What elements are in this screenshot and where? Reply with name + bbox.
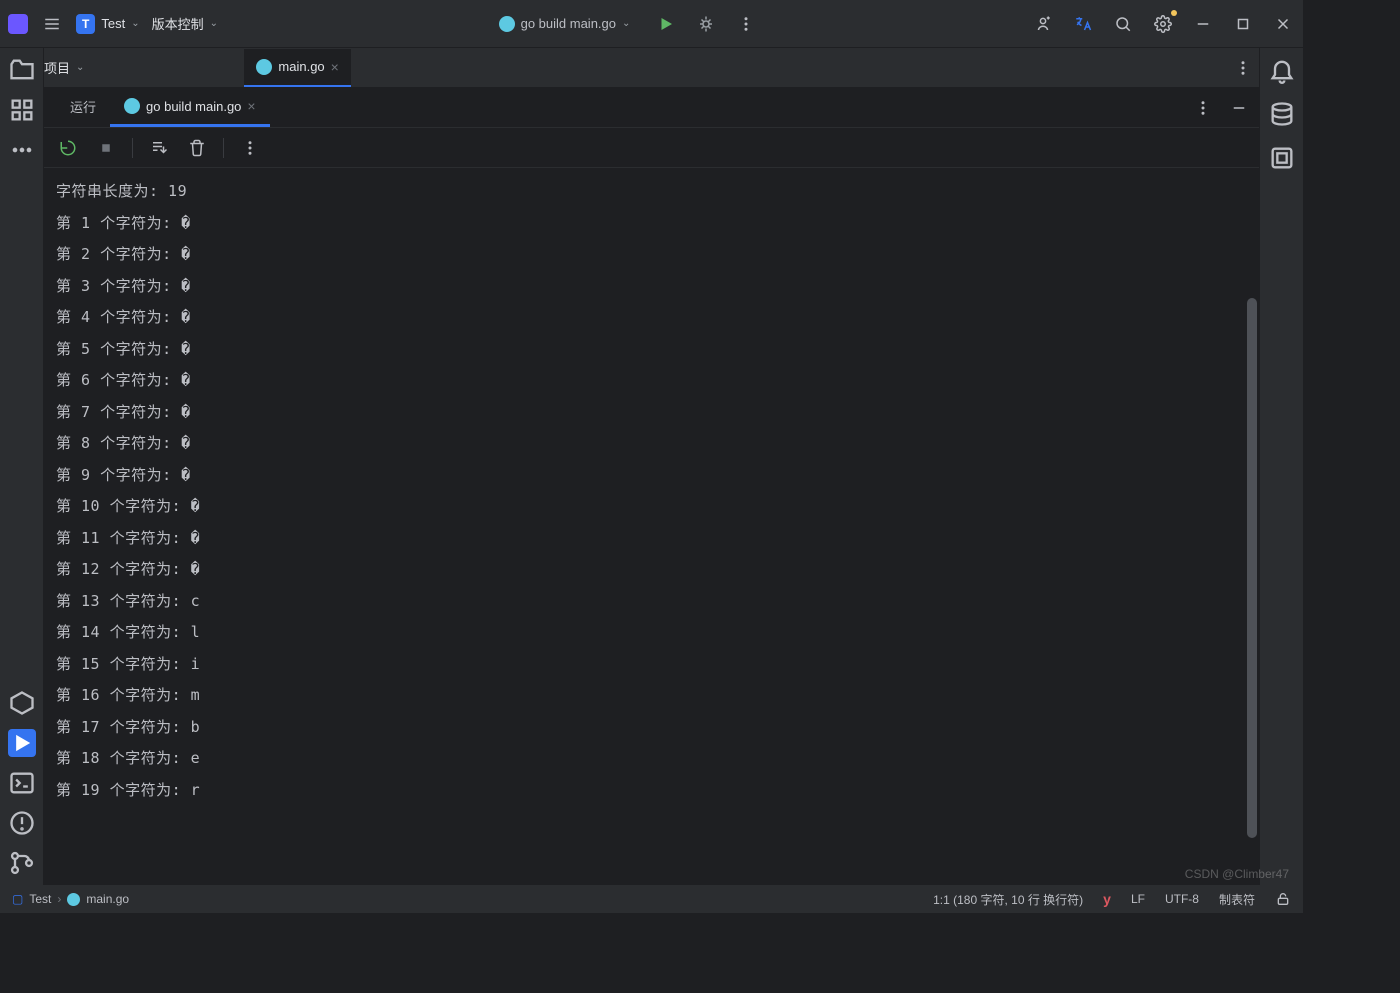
run-tabs: 运行 go build main.go ×: [44, 88, 1259, 128]
editor-more-button[interactable]: [1231, 56, 1255, 80]
console-line: 第 10 个字符为: �: [56, 491, 1247, 523]
project-view-label: 项目: [44, 58, 70, 77]
console-output[interactable]: 字符串长度为: 19 第 1 个字符为: �第 2 个字符为: �第 3 个字符…: [44, 168, 1259, 885]
run-config-label: go build main.go: [521, 16, 616, 31]
window-close-button[interactable]: [1271, 12, 1295, 36]
window-minimize-button[interactable]: [1191, 12, 1215, 36]
hide-panel-button[interactable]: [1227, 96, 1251, 120]
project-view-dropdown[interactable]: 项目 ⌄: [44, 58, 84, 77]
console-line: 第 7 个字符为: �: [56, 397, 1247, 429]
toolbar-more-button[interactable]: [238, 136, 262, 160]
console-line: 第 1 个字符为: �: [56, 208, 1247, 240]
console-line: 第 11 个字符为: �: [56, 523, 1247, 555]
more-tools-button[interactable]: [8, 136, 36, 164]
line-separator[interactable]: LF: [1131, 892, 1145, 906]
device-tool-button[interactable]: [1268, 144, 1296, 172]
chevron-down-icon: ⌄: [131, 18, 139, 29]
scrollbar[interactable]: [1247, 298, 1257, 838]
breadcrumb-separator: ›: [57, 892, 61, 906]
chevron-down-icon: ⌄: [76, 62, 84, 73]
project-selector[interactable]: T Test ⌄: [76, 14, 140, 34]
console-line: 字符串长度为: 19: [56, 176, 1247, 208]
run-toolbar: [44, 128, 1259, 168]
console-line: 第 3 个字符为: �: [56, 271, 1247, 303]
console-line: 第 2 个字符为: �: [56, 239, 1247, 271]
console-line: 第 9 个字符为: �: [56, 460, 1247, 492]
vcs-dropdown[interactable]: 版本控制 ⌄: [152, 14, 218, 33]
code-with-me-button[interactable]: [1031, 12, 1055, 36]
chevron-down-icon: ⌄: [210, 18, 218, 29]
stop-button[interactable]: [94, 136, 118, 160]
go-file-icon: [256, 59, 272, 75]
caret-position[interactable]: 1:1 (180 字符, 10 行 换行符): [933, 891, 1083, 908]
run-tab-config[interactable]: go build main.go ×: [110, 88, 270, 127]
go-icon: [124, 98, 140, 114]
settings-button[interactable]: [1151, 12, 1175, 36]
problems-tool-button[interactable]: [8, 809, 36, 837]
right-tool-rail: [1259, 48, 1303, 885]
console-line: 第 18 个字符为: e: [56, 743, 1247, 775]
app-icon: [8, 14, 28, 34]
main-menu-button[interactable]: [40, 12, 64, 36]
console-line: 第 12 个字符为: �: [56, 554, 1247, 586]
file-tab-main[interactable]: main.go ×: [244, 49, 350, 87]
rerun-button[interactable]: [56, 136, 80, 160]
scroll-to-end-button[interactable]: [147, 136, 171, 160]
run-tool-button[interactable]: [8, 729, 36, 757]
vcs-tool-button[interactable]: [8, 849, 36, 877]
chevron-down-icon: ⌄: [622, 18, 630, 29]
separator: [132, 138, 133, 158]
more-actions-button[interactable]: [734, 12, 758, 36]
close-icon[interactable]: ×: [247, 98, 255, 114]
translate-status-icon[interactable]: y: [1103, 891, 1111, 907]
file-encoding[interactable]: UTF-8: [1165, 892, 1199, 906]
separator: [223, 138, 224, 158]
console-line: 第 14 个字符为: l: [56, 617, 1247, 649]
console-line: 第 6 个字符为: �: [56, 365, 1247, 397]
go-icon: [499, 16, 515, 32]
database-tool-button[interactable]: [1268, 100, 1296, 128]
project-name: Test: [101, 16, 125, 31]
vcs-label: 版本控制: [152, 14, 204, 33]
run-config-selector[interactable]: go build main.go ⌄: [491, 12, 639, 36]
run-tab-config-label: go build main.go: [146, 99, 241, 114]
breadcrumb-project[interactable]: Test: [29, 892, 51, 906]
services-tool-button[interactable]: [8, 689, 36, 717]
console-line: 第 19 个字符为: r: [56, 775, 1247, 807]
translate-button[interactable]: [1071, 12, 1095, 36]
readonly-toggle-button[interactable]: [1275, 891, 1291, 907]
terminal-tool-button[interactable]: [8, 769, 36, 797]
console-line: 第 4 个字符为: �: [56, 302, 1247, 334]
run-tab-default[interactable]: 运行: [56, 87, 110, 129]
run-button[interactable]: [654, 12, 678, 36]
clear-button[interactable]: [185, 136, 209, 160]
project-tool-button[interactable]: [8, 56, 36, 84]
titlebar: T Test ⌄ 版本控制 ⌄ go build main.go ⌄: [0, 0, 1303, 48]
editor-header: 项目 ⌄ main.go ×: [0, 48, 1303, 88]
console-line: 第 5 个字符为: �: [56, 334, 1247, 366]
console-line: 第 17 个字符为: b: [56, 712, 1247, 744]
search-button[interactable]: [1111, 12, 1135, 36]
breadcrumb-file[interactable]: main.go: [86, 892, 129, 906]
run-options-button[interactable]: [1191, 96, 1215, 120]
console-line: 第 16 个字符为: m: [56, 680, 1247, 712]
console-line: 第 13 个字符为: c: [56, 586, 1247, 618]
breadcrumb-module-icon: ▢: [12, 892, 23, 906]
go-file-icon: [67, 893, 80, 906]
statusbar: ▢ Test › main.go 1:1 (180 字符, 10 行 换行符) …: [0, 885, 1303, 913]
close-icon[interactable]: ×: [331, 59, 339, 75]
notifications-tool-button[interactable]: [1268, 56, 1296, 84]
project-badge: T: [76, 14, 95, 34]
debug-button[interactable]: [694, 12, 718, 36]
run-tab-label: 运行: [70, 97, 96, 116]
console-line: 第 8 个字符为: �: [56, 428, 1247, 460]
window-maximize-button[interactable]: [1231, 12, 1255, 36]
console-line: 第 15 个字符为: i: [56, 649, 1247, 681]
left-tool-rail: [0, 48, 44, 885]
run-tool-window: 运行 go build main.go ×: [44, 88, 1259, 885]
structure-tool-button[interactable]: [8, 96, 36, 124]
indent-style[interactable]: 制表符: [1219, 891, 1255, 908]
file-tab-label: main.go: [278, 59, 324, 74]
